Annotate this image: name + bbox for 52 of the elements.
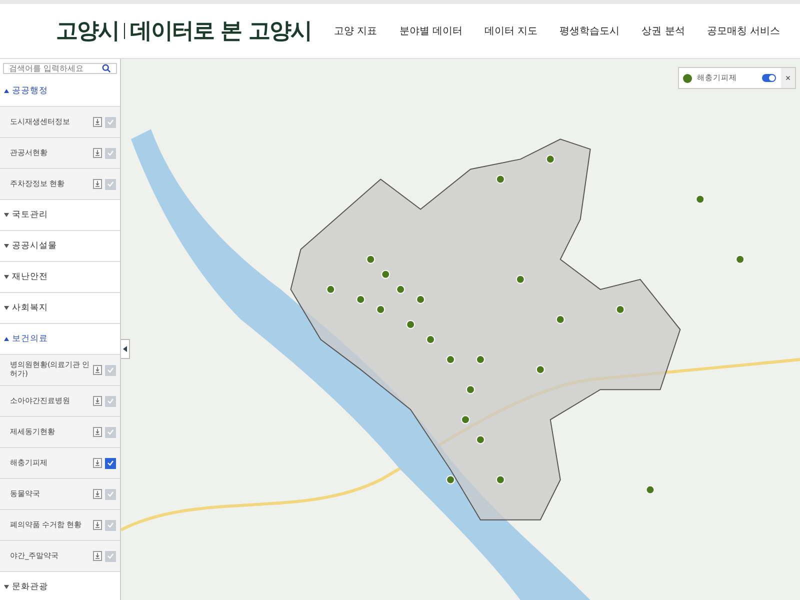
triangle-down-icon	[4, 275, 9, 279]
category-label: 재난안전	[12, 271, 48, 283]
triangle-down-icon	[4, 306, 9, 310]
checkbox[interactable]	[105, 550, 116, 562]
nav-link[interactable]: 고양 지표	[334, 24, 378, 38]
triangle-down-icon	[4, 213, 9, 217]
download-icon[interactable]	[93, 489, 102, 499]
triangle-up-icon	[4, 89, 9, 93]
download-icon[interactable]	[93, 117, 102, 127]
site-title: 데이터로 본 고양시	[130, 18, 312, 46]
checkbox[interactable]	[105, 488, 116, 500]
checkbox[interactable]	[105, 458, 116, 468]
download-icon[interactable]	[93, 365, 102, 375]
checkbox[interactable]	[105, 364, 116, 376]
nav-link[interactable]: 평생학습도시	[560, 24, 620, 38]
toggle-switch[interactable]	[762, 74, 776, 82]
checkbox[interactable]	[105, 148, 116, 158]
category-label: 문화관광	[12, 581, 48, 593]
checkbox[interactable]	[105, 396, 116, 406]
category-item[interactable]: 문화관광	[0, 572, 120, 600]
category-label: 공공시설물	[12, 240, 57, 252]
close-button[interactable]: ×	[781, 68, 795, 88]
collapse-handle[interactable]	[121, 339, 130, 359]
triangle-up-icon	[4, 337, 9, 341]
category-label: 공공행정	[12, 85, 48, 97]
category-label: 사회복지	[12, 302, 48, 314]
nav-link[interactable]: 상권 분석	[642, 24, 685, 38]
download-icon[interactable]	[93, 148, 102, 158]
search-field[interactable]: 검색어를 입력하세요	[3, 63, 117, 74]
download-icon[interactable]	[93, 427, 102, 437]
download-icon[interactable]	[93, 551, 102, 561]
category-label: 국토관리	[12, 209, 48, 221]
triangle-down-icon	[4, 244, 9, 248]
nav-link[interactable]: 데이터 지도	[484, 24, 538, 38]
search-icon[interactable]	[102, 64, 111, 73]
logo-text[interactable]: 고양시	[56, 16, 119, 46]
download-icon[interactable]	[93, 396, 102, 406]
category-label: 보건의료	[12, 333, 48, 345]
download-icon[interactable]	[93, 179, 102, 189]
checkbox[interactable]	[105, 116, 116, 128]
category-item[interactable]: 사회복지	[0, 293, 120, 324]
download-icon[interactable]	[93, 458, 102, 468]
category-item[interactable]: 국토관리	[0, 200, 120, 231]
checkbox[interactable]	[105, 178, 116, 190]
checkbox[interactable]	[105, 426, 116, 438]
download-icon[interactable]	[93, 520, 102, 530]
checkbox[interactable]	[105, 520, 116, 530]
nav-link[interactable]: 분야별 데이터	[399, 24, 462, 38]
category-item[interactable]: 공공시설물	[0, 231, 120, 262]
category-item[interactable]: 재난안전	[0, 262, 120, 293]
triangle-down-icon	[4, 585, 9, 589]
nav-link[interactable]: 공모매칭 서비스	[706, 24, 780, 38]
